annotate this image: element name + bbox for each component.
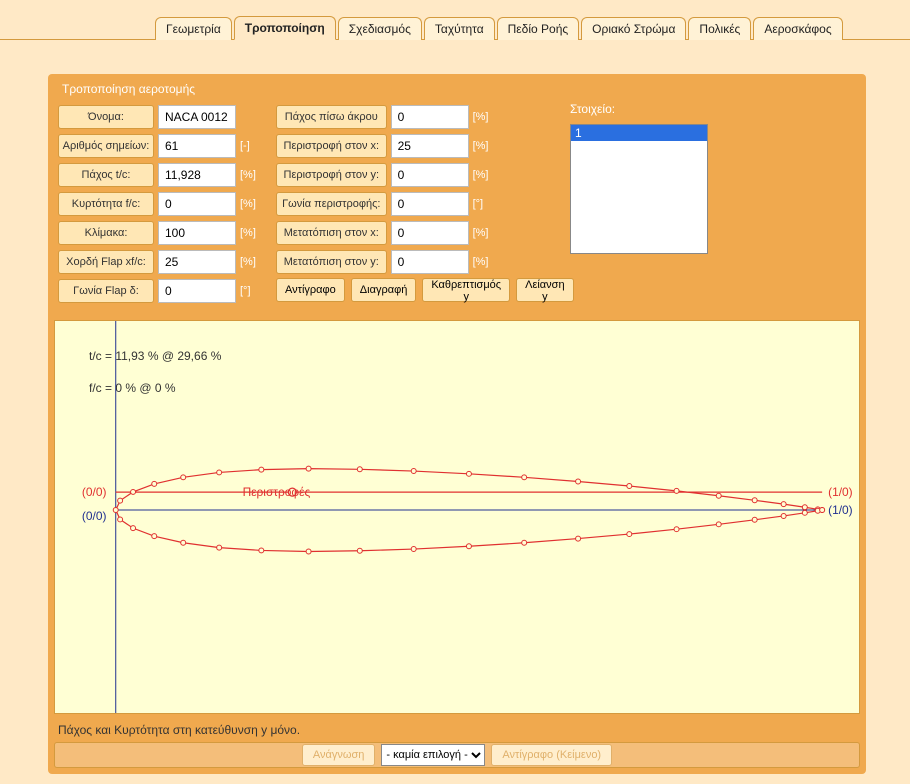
elements-column: Στοιχείο: 1 (502, 102, 856, 254)
footer-select[interactable]: - καμία επιλογή - (381, 744, 485, 766)
airfoil-plot: Περιστροφές (0/0) (1/0) (0/0) (1/0) (55, 321, 859, 713)
field-input[interactable] (158, 250, 236, 274)
field-unit: [%] (240, 227, 258, 239)
field-label: Πάχος πίσω άκρου (276, 105, 387, 129)
field-input[interactable] (391, 192, 469, 216)
field-unit: [-] (240, 140, 258, 152)
field-row: Περιστροφή στον x: [%] (276, 131, 490, 160)
field-input[interactable] (391, 163, 469, 187)
field-input[interactable] (158, 221, 236, 245)
field-unit: [%] (473, 111, 490, 123)
field-unit: [%] (473, 256, 490, 268)
field-input[interactable] (391, 221, 469, 245)
tc-readout: t/c = 11,93 % @ 29,66 % (89, 349, 221, 363)
field-label: Χορδή Flap xf/c: (58, 250, 154, 274)
delete-button[interactable]: Διαγραφή (351, 278, 417, 302)
field-unit: [%] (240, 198, 258, 210)
field-row: Περιστροφή στον y: [%] (276, 160, 490, 189)
elements-listbox[interactable]: 1 (570, 124, 708, 254)
field-unit: [%] (473, 169, 490, 181)
field-label: Γωνία περιστροφής: (276, 192, 387, 216)
field-row: Γωνία Flap δ: [°] (58, 276, 264, 305)
footer-bar: Ανάγνωση - καμία επιλογή - Αντίγραφο (Κε… (54, 742, 860, 768)
status-text: Πάχος και Κυρτότητα στη κατεύθυνση y μόν… (58, 723, 300, 737)
svg-text:(1/0): (1/0) (828, 485, 853, 499)
tab-5[interactable]: Οριακό Στρώμα (581, 17, 686, 40)
tab-4[interactable]: Πεδίο Ροής (497, 17, 580, 40)
field-input[interactable] (391, 134, 469, 158)
field-row: Πάχος t/c: [%] (58, 160, 264, 189)
tab-0[interactable]: Γεωμετρία (155, 17, 232, 40)
copy-text-button[interactable]: Αντίγραφο (Κείμενο) (491, 744, 612, 766)
field-unit: [%] (240, 169, 258, 181)
field-input[interactable] (158, 163, 236, 187)
field-row: Όνομα: (58, 102, 264, 131)
svg-text:(0/0): (0/0) (82, 509, 107, 523)
smooth-y-button[interactable]: Λείανση y (516, 278, 573, 302)
mirror-y-button[interactable]: Καθρεπτισμός y (422, 278, 510, 302)
svg-text:(0/0): (0/0) (82, 485, 107, 499)
svg-text:(1/0): (1/0) (828, 503, 853, 517)
field-input[interactable] (158, 105, 236, 129)
field-input[interactable] (391, 250, 469, 274)
field-row: Κλίμακα: [%] (58, 218, 264, 247)
fc-readout: f/c = 0 % @ 0 % (89, 381, 176, 395)
field-unit: [°] (473, 198, 490, 210)
svg-text:Περιστροφές: Περιστροφές (243, 485, 311, 499)
field-row: Μετατόπιση στον y: [%] (276, 247, 490, 276)
action-button-row: ΑντίγραφοΔιαγραφήΚαθρεπτισμός yΛείανση y (276, 278, 490, 302)
field-label: Πάχος t/c: (58, 163, 154, 187)
field-unit: [°] (240, 285, 258, 297)
field-label: Περιστροφή στον x: (276, 134, 387, 158)
right-fields-column: Πάχος πίσω άκρου [%] Περιστροφή στον x: [%]… (276, 102, 490, 302)
field-label: Όνομα: (58, 105, 154, 129)
tab-6[interactable]: Πολικές (688, 17, 751, 40)
list-item[interactable]: 1 (571, 125, 707, 141)
field-row: Γωνία περιστροφής: [°] (276, 189, 490, 218)
left-fields-column: Όνομα:Αριθμός σημείων:[-]Πάχος t/c:[%]Κυ… (58, 102, 264, 305)
tab-3[interactable]: Ταχύτητα (424, 17, 495, 40)
field-unit: [%] (473, 227, 490, 239)
tab-1[interactable]: Τροποποίηση (234, 16, 336, 40)
field-unit: [%] (240, 256, 258, 268)
field-label: Κλίμακα: (58, 221, 154, 245)
field-row: Κυρτότητα f/c: [%] (58, 189, 264, 218)
field-unit: [%] (473, 140, 490, 152)
elements-label: Στοιχείο: (570, 102, 856, 116)
tab-7[interactable]: Αεροσκάφος (753, 17, 842, 40)
tab-strip: ΓεωμετρίαΤροποποίησηΣχεδιασμόςΤαχύτηταΠε… (0, 10, 910, 40)
airfoil-canvas[interactable]: t/c = 11,93 % @ 29,66 % f/c = 0 % @ 0 % … (54, 320, 860, 714)
field-label: Αριθμός σημείων: (58, 134, 154, 158)
field-label: Μετατόπιση στον x: (276, 221, 387, 245)
field-label: Μετατόπιση στον y: (276, 250, 387, 274)
status-bar: Πάχος και Κυρτότητα στη κατεύθυνση y μόν… (54, 720, 860, 740)
field-row: Πάχος πίσω άκρου [%] (276, 102, 490, 131)
copy-button[interactable]: Αντίγραφο (276, 278, 345, 302)
field-row: Αριθμός σημείων: [-] (58, 131, 264, 160)
read-button[interactable]: Ανάγνωση (302, 744, 376, 766)
tab-2[interactable]: Σχεδιασμός (338, 17, 422, 40)
field-label: Κυρτότητα f/c: (58, 192, 154, 216)
field-label: Γωνία Flap δ: (58, 279, 154, 303)
field-label: Περιστροφή στον y: (276, 163, 387, 187)
field-input[interactable] (391, 105, 469, 129)
field-input[interactable] (158, 279, 236, 303)
field-row: Χορδή Flap xf/c: [%] (58, 247, 264, 276)
field-input[interactable] (158, 192, 236, 216)
field-input[interactable] (158, 134, 236, 158)
field-row: Μετατόπιση στον x: [%] (276, 218, 490, 247)
panel-title: Τροποποίηση αεροτομής (62, 82, 856, 96)
modification-panel: Τροποποίηση αεροτομής Όνομα:Αριθμός σημε… (48, 74, 866, 774)
